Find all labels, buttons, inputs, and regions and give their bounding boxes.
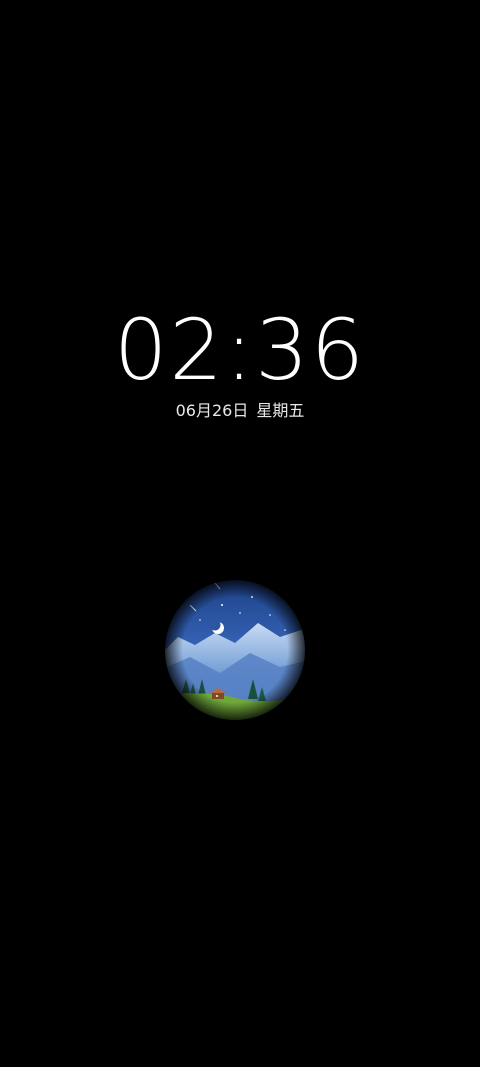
always-on-display: 02:36 06月26日 星期五 (0, 0, 480, 1067)
landscape-artwork (160, 575, 310, 725)
night-landscape-illustration (160, 575, 310, 725)
date-line: 06月26日 星期五 (0, 399, 480, 423)
weekday-text: 星期五 (256, 401, 305, 420)
clock-time: 02:36 (113, 301, 367, 399)
date-text: 06月26日 (175, 401, 249, 420)
